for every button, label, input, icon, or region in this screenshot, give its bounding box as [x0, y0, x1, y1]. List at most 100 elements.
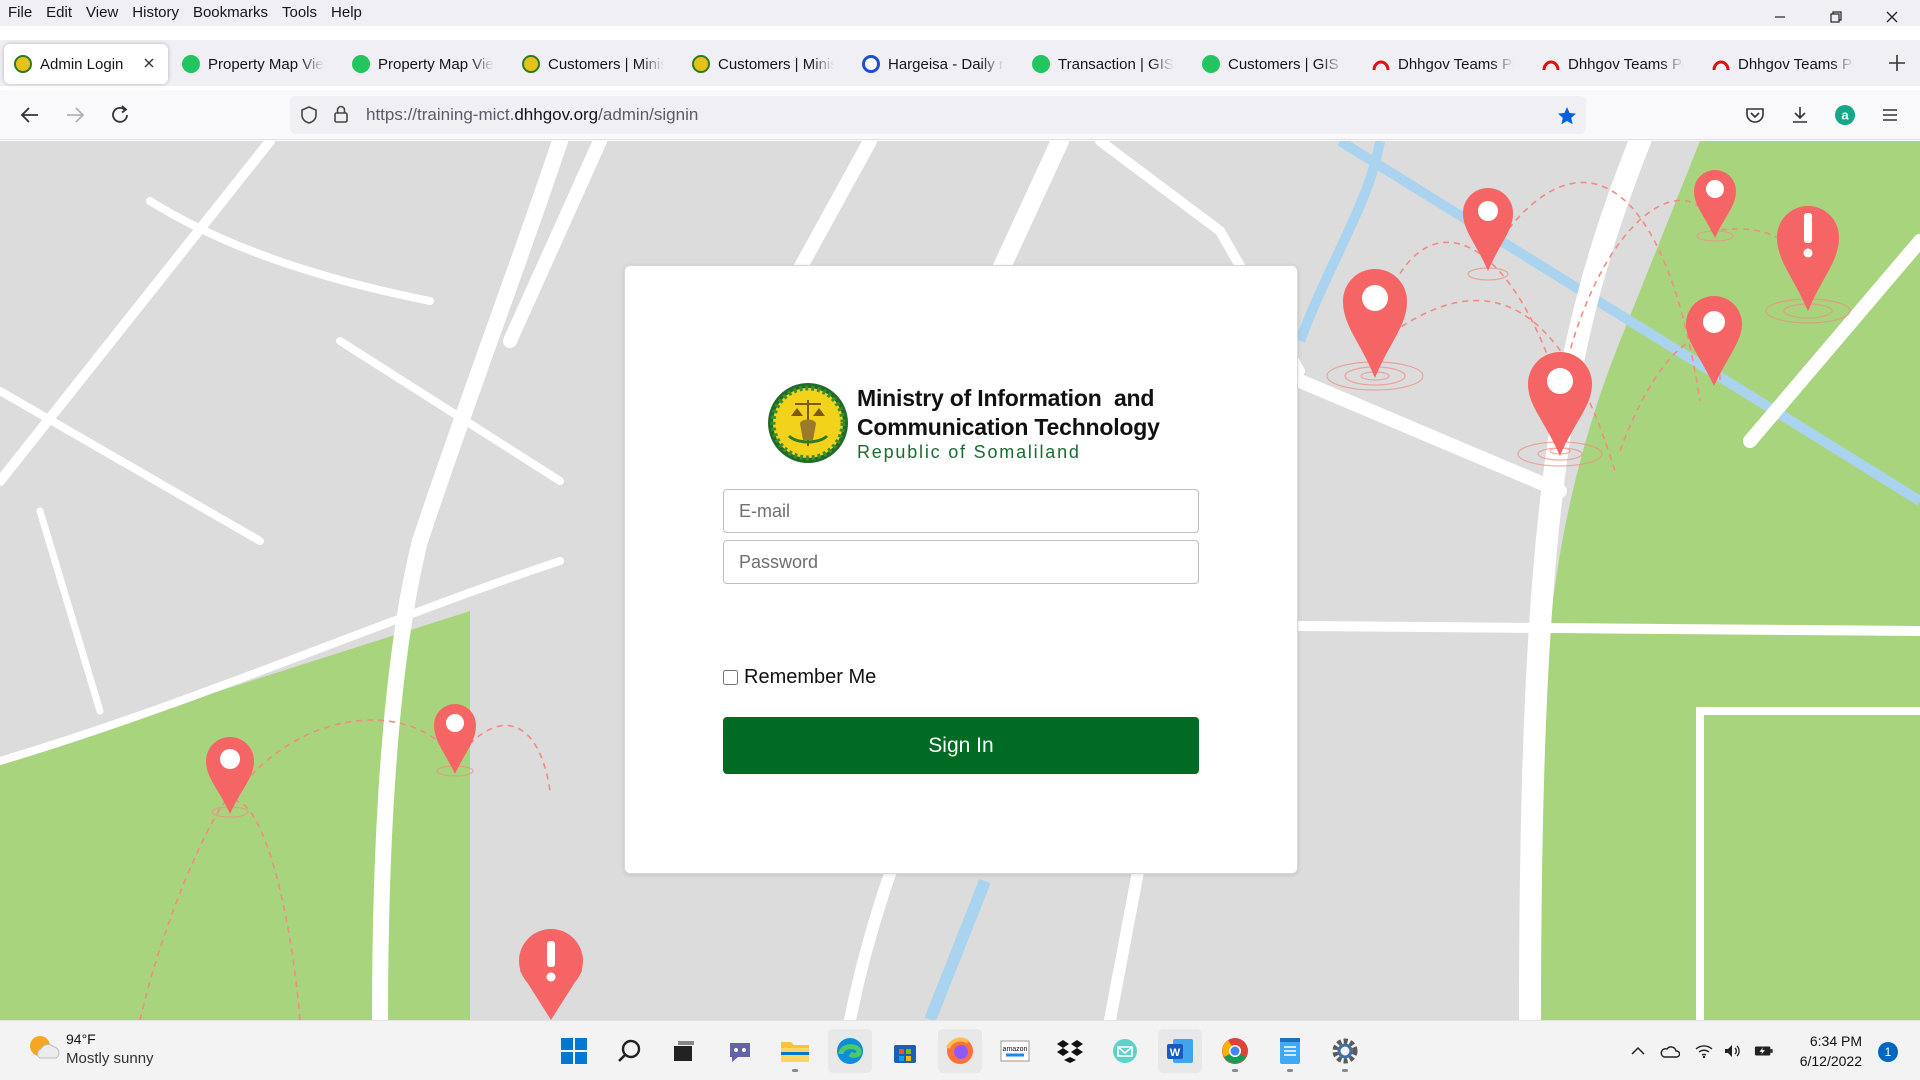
teams-chat-button[interactable] — [718, 1029, 762, 1073]
organization-subtitle: Republic of Somaliland — [857, 442, 1081, 462]
organization-name-line2: Communication Technology — [857, 414, 1160, 440]
word-button[interactable]: W — [1158, 1029, 1202, 1073]
email-field[interactable] — [723, 489, 1199, 533]
tab-customers-minis-1[interactable]: Customers | Minis — [512, 44, 674, 84]
tab-hargeisa-daily[interactable]: Hargeisa - Daily r — [852, 44, 1014, 84]
remember-me-checkbox[interactable] — [723, 670, 738, 685]
tab-property-map-1[interactable]: Property Map Vie — [172, 44, 334, 84]
tab-customers-minis-2[interactable]: Customers | Minis — [682, 44, 844, 84]
battery-charging-icon — [1754, 1046, 1773, 1056]
hamburger-menu-icon — [1883, 109, 1897, 121]
red-arch-icon — [1542, 55, 1560, 73]
shield-icon[interactable] — [299, 105, 319, 125]
onedrive-tray-button[interactable] — [1660, 1041, 1680, 1061]
ministry-emblem-icon — [522, 55, 540, 73]
minimize-button[interactable] — [1752, 0, 1808, 34]
edge-button[interactable] — [828, 1029, 872, 1073]
chevron-up-icon — [1631, 1046, 1645, 1055]
firefox-icon — [946, 1037, 973, 1064]
menu-file[interactable]: File — [2, 1, 38, 25]
password-field[interactable] — [723, 540, 1199, 584]
new-tab-icon[interactable] — [1886, 52, 1908, 74]
chrome-button[interactable] — [1213, 1029, 1257, 1073]
notepad-button[interactable] — [1268, 1029, 1312, 1073]
weather-widget[interactable]: 94°F Mostly sunny — [26, 1031, 154, 1067]
url-path: /admin/signin — [598, 105, 699, 124]
cloud-icon — [1660, 1046, 1680, 1058]
app-menu-button[interactable] — [1878, 103, 1902, 127]
clock-date: 6/12/2022 — [1799, 1053, 1862, 1069]
tab-customers-gis[interactable]: Customers | GIS P — [1192, 44, 1354, 84]
amazon-button[interactable]: amazon — [993, 1029, 1037, 1073]
restore-button[interactable] — [1808, 0, 1864, 34]
dropbox-button[interactable] — [1048, 1029, 1092, 1073]
sign-in-button[interactable]: Sign In — [723, 717, 1199, 774]
windows-logo-icon — [561, 1038, 587, 1064]
pocket-button[interactable] — [1743, 103, 1767, 127]
url-bar[interactable]: https://training-mict.dhhgov.org/admin/s… — [290, 96, 1586, 134]
bookmark-star-icon[interactable] — [1556, 105, 1578, 127]
window-controls — [1752, 0, 1920, 34]
menu-edit[interactable]: Edit — [40, 1, 78, 25]
start-button[interactable] — [552, 1029, 596, 1073]
svg-text:W: W — [1170, 1047, 1181, 1059]
login-card: Ministry of Information and Communicatio… — [624, 265, 1298, 874]
forward-button[interactable] — [63, 103, 87, 127]
settings-button[interactable] — [1323, 1029, 1367, 1073]
organization-name-line1: Ministry of Information and — [857, 385, 1155, 411]
wifi-icon — [1695, 1045, 1713, 1059]
svg-text:amazon: amazon — [1003, 1046, 1028, 1053]
tab-transaction-gis[interactable]: Transaction | GIS I — [1022, 44, 1184, 84]
tab-title: Dhhgov Teams Po — [1398, 55, 1514, 73]
tab-title: Admin Login — [40, 55, 124, 73]
url-text[interactable]: https://training-mict.dhhgov.org/admin/s… — [366, 96, 698, 134]
partly-sunny-icon — [30, 1036, 60, 1059]
notepad-icon — [1280, 1038, 1300, 1064]
close-tab-icon[interactable] — [142, 56, 156, 70]
wifi-tray-button[interactable] — [1694, 1041, 1714, 1061]
menu-view[interactable]: View — [80, 1, 124, 25]
show-hidden-icons-button[interactable] — [1628, 1041, 1648, 1061]
firefox-button[interactable] — [938, 1029, 982, 1073]
file-explorer-button[interactable] — [773, 1029, 817, 1073]
system-clock[interactable]: 6:34 PM 6/12/2022 — [1800, 1031, 1862, 1071]
menu-history[interactable]: History — [126, 1, 185, 25]
search-icon — [618, 1039, 641, 1062]
menu-bookmarks[interactable]: Bookmarks — [187, 1, 274, 25]
mail-button[interactable] — [1103, 1029, 1147, 1073]
close-window-button[interactable] — [1864, 0, 1920, 34]
lock-icon[interactable] — [332, 104, 350, 124]
green-globe-icon — [1032, 55, 1050, 73]
reload-button[interactable] — [108, 103, 132, 127]
microsoft-store-button[interactable] — [883, 1029, 927, 1073]
url-prefix: https://training-mict. — [366, 105, 515, 124]
green-globe-icon — [1202, 55, 1220, 73]
back-button[interactable] — [18, 103, 42, 127]
notification-badge[interactable]: 1 — [1878, 1042, 1898, 1062]
menu-bar: File Edit View History Bookmarks Tools H… — [0, 0, 1920, 26]
remember-me-option[interactable]: Remember Me — [723, 666, 876, 689]
mail-icon — [1113, 1039, 1137, 1063]
tab-dhhgov-teams-1[interactable]: Dhhgov Teams Po — [1362, 44, 1524, 84]
tab-admin-login[interactable]: Admin Login — [4, 44, 168, 84]
volume-tray-button[interactable] — [1722, 1041, 1742, 1061]
downloads-button[interactable] — [1788, 103, 1812, 127]
red-arch-icon — [1712, 55, 1730, 73]
menu-help[interactable]: Help — [325, 1, 368, 25]
tab-bar: Admin Login Property Map Vie Property Ma… — [0, 40, 1920, 86]
reload-icon — [112, 105, 128, 123]
ministry-emblem-icon — [14, 55, 32, 73]
task-view-button[interactable] — [662, 1029, 706, 1073]
tab-dhhgov-teams-2[interactable]: Dhhgov Teams Po — [1532, 44, 1694, 84]
organization-name: Ministry of Information and Communicatio… — [857, 384, 1160, 442]
tab-property-map-2[interactable]: Property Map Vie — [342, 44, 504, 84]
account-button[interactable]: a — [1833, 103, 1857, 127]
menu-tools[interactable]: Tools — [276, 1, 323, 25]
tab-dhhgov-teams-3[interactable]: Dhhgov Teams Po — [1702, 44, 1864, 84]
account-avatar-icon: a — [1835, 105, 1855, 125]
search-button[interactable] — [608, 1029, 652, 1073]
restore-icon — [1830, 11, 1842, 23]
blue-clock-icon — [862, 55, 880, 73]
store-icon — [894, 1045, 916, 1063]
battery-tray-button[interactable] — [1754, 1041, 1774, 1061]
